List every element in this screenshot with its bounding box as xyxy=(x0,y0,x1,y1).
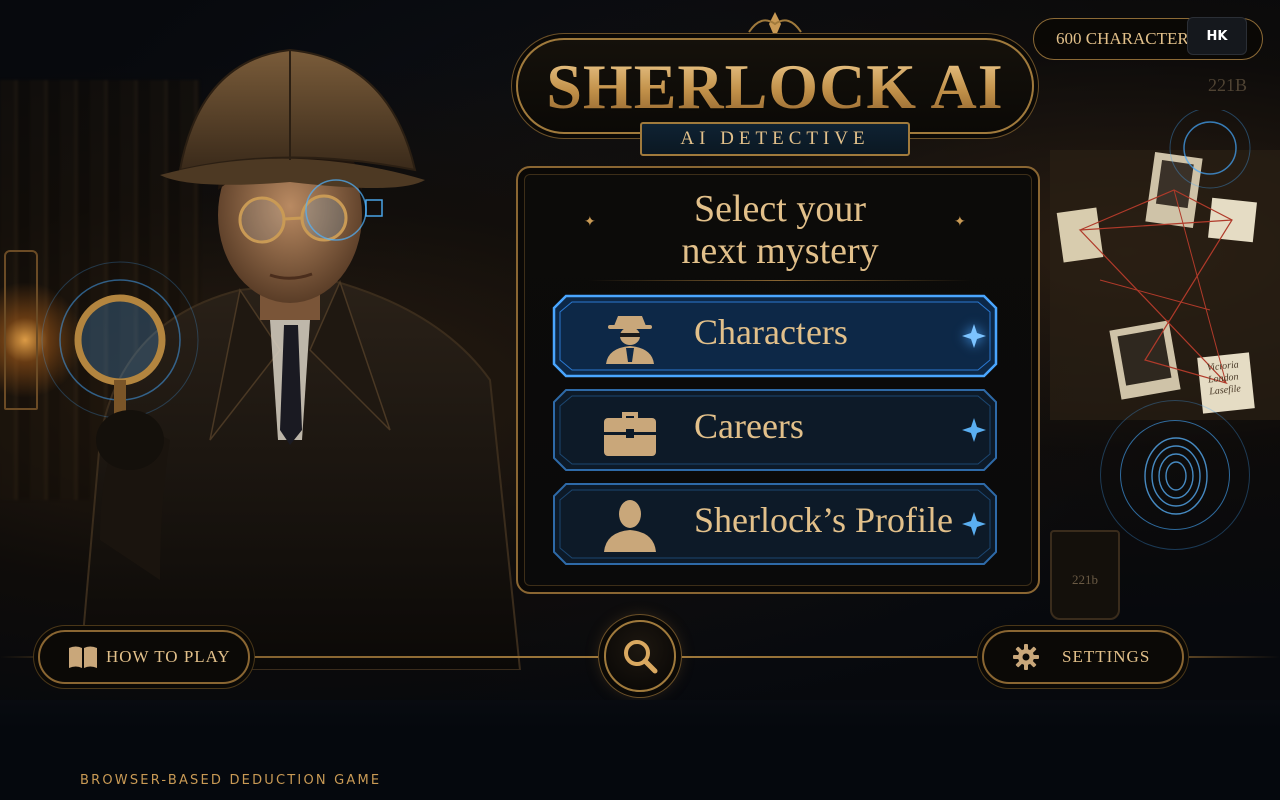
settings-label: SETTINGS xyxy=(1062,647,1151,666)
menu-profile-button[interactable]: Sherlock’s Profile xyxy=(552,482,998,566)
detective-silhouette-icon xyxy=(606,316,654,364)
panel-heading-line1: Select your xyxy=(693,188,866,230)
panel-heading: Select your next mystery xyxy=(518,188,1042,272)
character-count-label: 600 CHARACTERS xyxy=(1056,29,1199,48)
mug: 221b xyxy=(1050,530,1120,620)
how-to-play-label: HOW TO PLAY xyxy=(106,647,231,666)
sparkle-icon xyxy=(962,324,986,348)
sparkle-icon xyxy=(962,418,986,442)
person-silhouette-icon xyxy=(604,500,656,552)
mug-label: 221b xyxy=(1072,572,1098,587)
footer-tagline: BROWSER-BASED DEDUCTION GAME xyxy=(80,773,382,788)
menu-characters-button[interactable]: Characters xyxy=(552,294,998,378)
panel-heading-line2: next mystery xyxy=(681,230,879,272)
mystery-select-panel: ✦ ✦ Select your next mystery Characters xyxy=(516,166,1040,594)
language-toggle-button[interactable]: HK xyxy=(1187,17,1247,55)
gear-icon xyxy=(1013,644,1039,670)
search-button[interactable] xyxy=(604,620,676,692)
lantern-icon xyxy=(4,250,38,410)
sparkle-icon xyxy=(962,512,986,536)
menu-label: Sherlock’s Profile xyxy=(694,500,953,540)
subtitle-band: AI DETECTIVE xyxy=(640,122,910,156)
briefcase-icon xyxy=(604,412,656,456)
board-number-label: 221B xyxy=(1208,75,1248,95)
magnifier-icon xyxy=(624,640,658,674)
menu-label: Careers xyxy=(694,406,804,446)
evidence-note-text: Victoria London Lasefile xyxy=(1206,359,1242,398)
how-to-play-button[interactable]: HOW TO PLAY xyxy=(38,630,250,684)
detective-illustration xyxy=(41,48,522,670)
game-title: SHERLOCK AI xyxy=(510,50,1040,124)
book-icon xyxy=(69,646,97,668)
game-logo: SHERLOCK AI AI DETECTIVE xyxy=(510,10,1040,160)
game-subtitle: AI DETECTIVE xyxy=(680,128,870,149)
holo-ring xyxy=(1100,400,1250,550)
menu-label: Characters xyxy=(694,312,848,352)
logo-ornament xyxy=(748,12,802,38)
menu-careers-button[interactable]: Careers xyxy=(552,388,998,472)
panel-divider xyxy=(588,280,972,281)
settings-button[interactable]: SETTINGS xyxy=(982,630,1184,684)
